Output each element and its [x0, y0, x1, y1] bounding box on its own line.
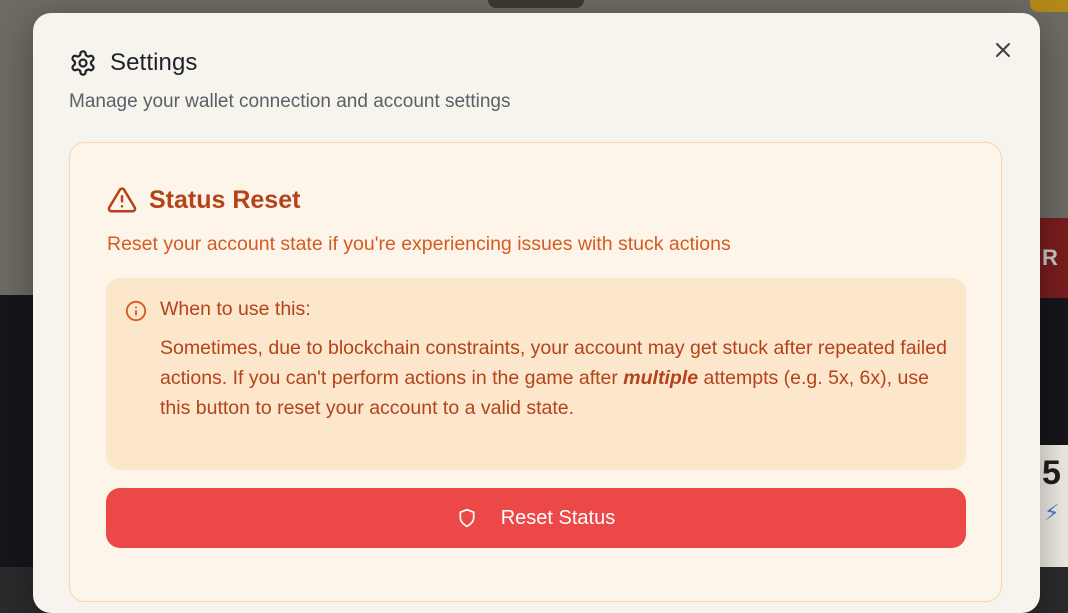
close-button[interactable] [990, 37, 1016, 63]
background-button-label: R [1042, 245, 1058, 270]
background-button: R [1036, 218, 1068, 298]
modal-subtitle: Manage your wallet connection and accoun… [69, 91, 511, 112]
background-badge [1030, 0, 1068, 12]
status-reset-card: Status Reset Reset your account state if… [69, 142, 1002, 602]
info-box: When to use this: Sometimes, due to bloc… [106, 278, 966, 470]
status-reset-title: Status Reset [149, 185, 301, 214]
background-number: 5 [1042, 454, 1061, 492]
lightning-icon: ⚡︎ [1044, 500, 1060, 525]
info-body-emphasis: multiple [623, 367, 699, 389]
status-reset-header: Status Reset [107, 185, 300, 215]
close-icon [996, 43, 1010, 57]
gear-icon [71, 50, 95, 76]
shield-icon [457, 507, 477, 529]
page-title: Settings [110, 49, 198, 76]
reset-status-button[interactable]: Reset Status [106, 488, 966, 548]
modal-header: Settings [69, 49, 198, 77]
settings-modal: Settings Manage your wallet connection a… [33, 13, 1040, 613]
info-heading: When to use this: [160, 298, 311, 320]
info-body: Sometimes, due to blockchain constraints… [160, 333, 960, 423]
info-circle-icon [125, 300, 147, 322]
reset-status-label: Reset Status [500, 506, 616, 529]
warning-triangle-icon [107, 187, 137, 213]
status-reset-description: Reset your account state if you're exper… [107, 233, 731, 255]
background-decoration [488, 0, 584, 8]
